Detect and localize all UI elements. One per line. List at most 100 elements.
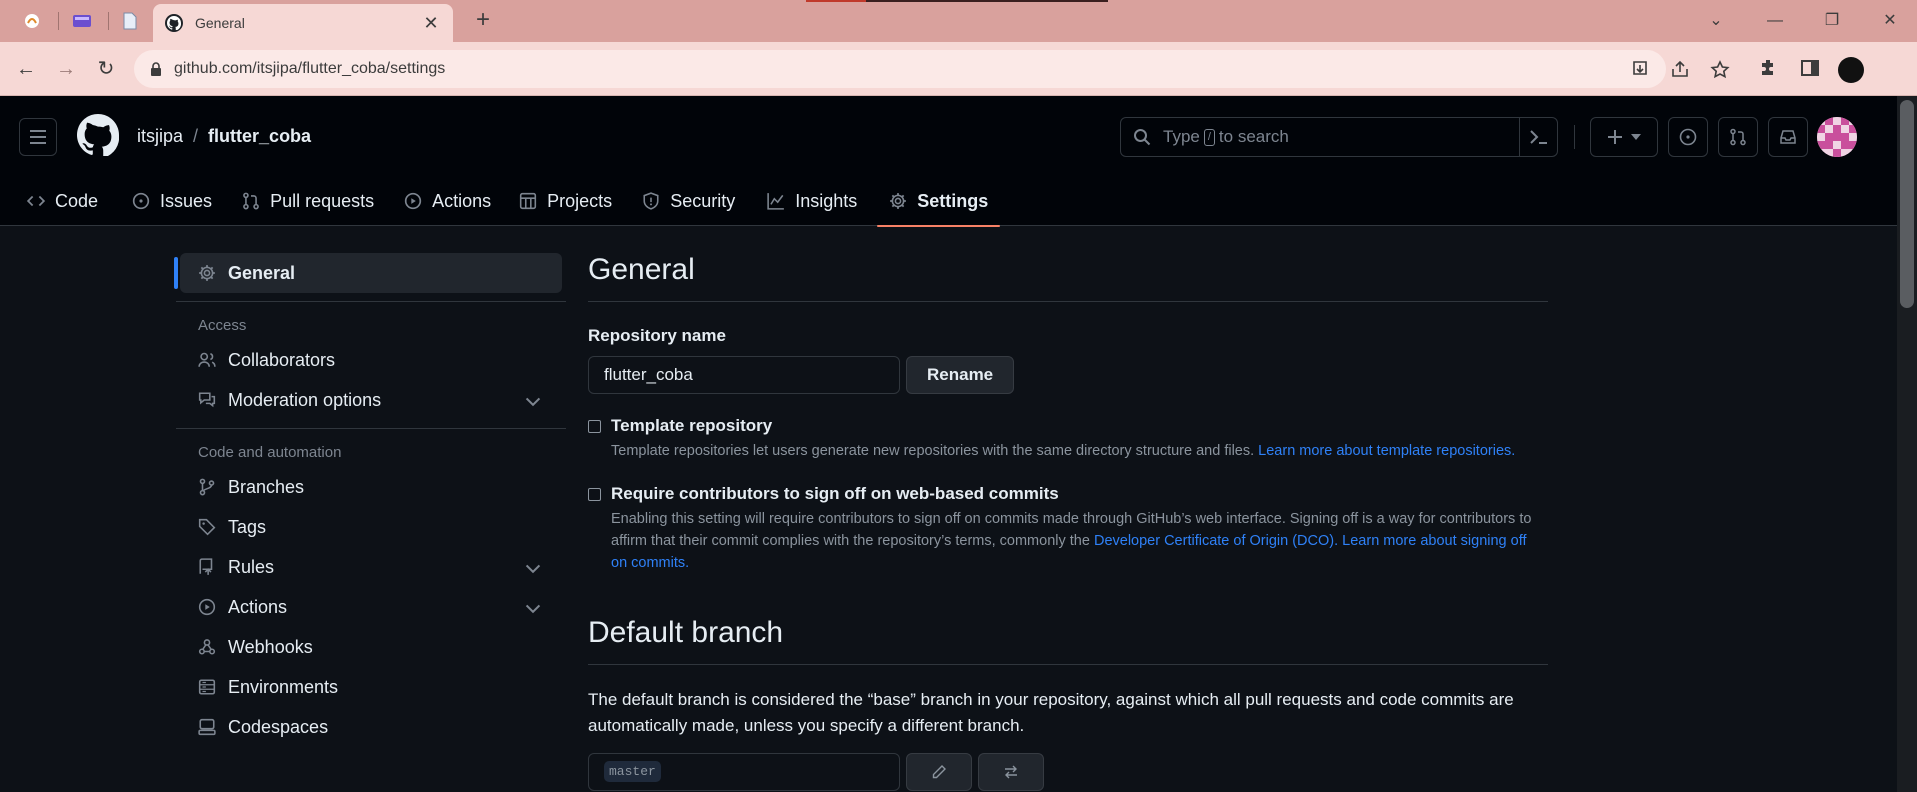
sidebar-item-collaborators[interactable]: Collaborators [176,340,558,380]
extensions-icon[interactable] [1757,56,1781,80]
forward-icon[interactable]: → [52,55,80,83]
chevron-down-icon[interactable] [524,559,542,577]
repo-push-icon [199,558,213,575]
switch-branch-button[interactable] [978,753,1044,791]
tab-strip-highlight [806,0,866,2]
hamburger-menu-button[interactable] [19,118,57,156]
triangle-down-icon [1631,134,1641,140]
bookmark-star-icon[interactable] [1708,58,1732,82]
tab-label: Code [55,190,99,211]
tab-search-icon[interactable]: ⌄ [1701,8,1731,34]
close-window-icon[interactable]: ✕ [1875,8,1905,34]
sidebar-item-rules[interactable]: Rules [176,547,558,587]
code-icon [27,195,45,207]
template-repository-desc: Template repositories let users generate… [611,440,1515,462]
tab-settings[interactable]: Settings [877,176,1001,227]
signoff-title: Require contributors to sign off on web-… [611,484,1059,503]
sidebar-item-webhooks[interactable]: Webhooks [176,627,558,667]
sidebar-item-environments[interactable]: Environments [176,667,558,707]
pinned-tab-1[interactable] [18,8,46,34]
template-repository-checkbox[interactable] [588,420,601,433]
chevron-down-icon[interactable] [524,599,542,617]
shield-icon [643,192,659,210]
inbox-icon [1780,130,1796,144]
rename-row: Rename [588,356,1548,394]
restore-icon[interactable]: ❐ [1817,8,1847,34]
minimize-icon[interactable]: — [1760,8,1790,34]
template-learn-more-link[interactable]: Learn more about template repositories. [1258,443,1515,459]
address-bar[interactable]: github.com/itsjipa/flutter_coba/settings [134,50,1730,88]
sidebar-item-codespaces[interactable]: Codespaces [176,707,558,747]
github-favicon-icon [165,14,183,32]
search-input[interactable]: Type / to search [1120,117,1558,157]
tab-strip-highlight-dark [866,0,1108,2]
issues-button[interactable] [1668,117,1708,157]
tab-actions[interactable]: Actions [386,176,503,226]
page-title: General [588,253,1548,302]
pinned-tab-2[interactable] [68,8,96,34]
github-header: itsjipa / flutter_coba Type / to search … [0,96,1897,227]
rename-button[interactable]: Rename [906,356,1015,394]
signoff-checkbox[interactable] [588,488,601,501]
side-panel-icon[interactable] [1798,56,1822,80]
tab-label: Settings [917,190,989,211]
back-icon[interactable]: ← [12,55,40,83]
sidebar-item-label: Branches [228,476,305,497]
pull-requests-button[interactable] [1718,117,1758,157]
dco-link[interactable]: Developer Certificate of Origin (DCO). [1094,533,1338,549]
page-scrollbar-thumb[interactable] [1900,100,1914,308]
tab-projects[interactable]: Projects [503,176,624,226]
repository-name-label: Repository name [588,326,726,345]
tab-pull-requests[interactable]: Pull requests [224,176,386,226]
play-icon [198,598,216,616]
tab-label: Actions [432,190,492,211]
menu-icon [30,130,46,144]
command-palette-button[interactable] [1519,118,1557,156]
people-icon [198,352,216,367]
user-avatar[interactable] [1817,117,1857,157]
sidebar-item-label: General [228,262,296,283]
sidebar-item-label: Moderation options [228,389,382,410]
tab-insights[interactable]: Insights [747,176,869,226]
profile-avatar[interactable] [1838,57,1864,83]
signoff-desc: Enabling this setting will require contr… [611,508,1541,574]
inbox-button[interactable] [1768,117,1808,157]
template-repository-title: Template repository [611,416,773,435]
sidebar-item-moderation[interactable]: Moderation options [176,380,558,420]
tab-issues[interactable]: Issues [110,176,224,226]
server-icon [198,679,216,695]
edit-branch-button[interactable] [906,753,972,791]
default-branch-name: master [604,761,661,782]
search-shortcut-key: / [1203,128,1215,146]
create-new-button[interactable] [1590,117,1658,157]
sidebar-item-tags[interactable]: Tags [176,507,558,547]
repo-link[interactable]: flutter_coba [208,126,311,147]
owner-link[interactable]: itsjipa [137,126,183,147]
default-branch-row: master [588,753,1548,791]
sidebar-item-label: Actions [228,596,288,617]
chevron-down-icon[interactable] [524,392,542,410]
tab-security[interactable]: Security [624,176,747,226]
settings-main: General Repository name Rename Template … [588,253,1548,791]
tab-separator [108,12,109,30]
install-icon[interactable] [1628,58,1652,82]
gear-icon [199,265,215,281]
new-tab-button[interactable]: + [470,8,496,34]
share-icon[interactable] [1668,58,1692,82]
tab-active[interactable]: General ✕ [153,4,453,42]
pinned-tab-3[interactable] [116,8,144,34]
tab-code[interactable]: Code [0,176,110,226]
pull-request-icon [1730,128,1746,146]
gear-icon [890,193,907,209]
browser-tab-bar: General ✕ + ⌄ — ❐ ✕ [0,0,1917,42]
sidebar-item-actions[interactable]: Actions [176,587,558,627]
reload-icon[interactable]: ↻ [92,55,120,83]
sidebar-item-general[interactable]: General [174,253,562,293]
graph-icon [767,193,785,210]
browser-toolbar: ← → ↻ github.com/itsjipa/flutter_coba/se… [0,42,1917,96]
repository-name-input[interactable] [588,356,900,394]
signoff-option: Require contributors to sign off on web-… [588,484,1548,574]
sidebar-item-branches[interactable]: Branches [176,467,558,507]
close-tab-icon[interactable]: ✕ [421,13,441,34]
github-logo-icon[interactable] [77,114,119,156]
